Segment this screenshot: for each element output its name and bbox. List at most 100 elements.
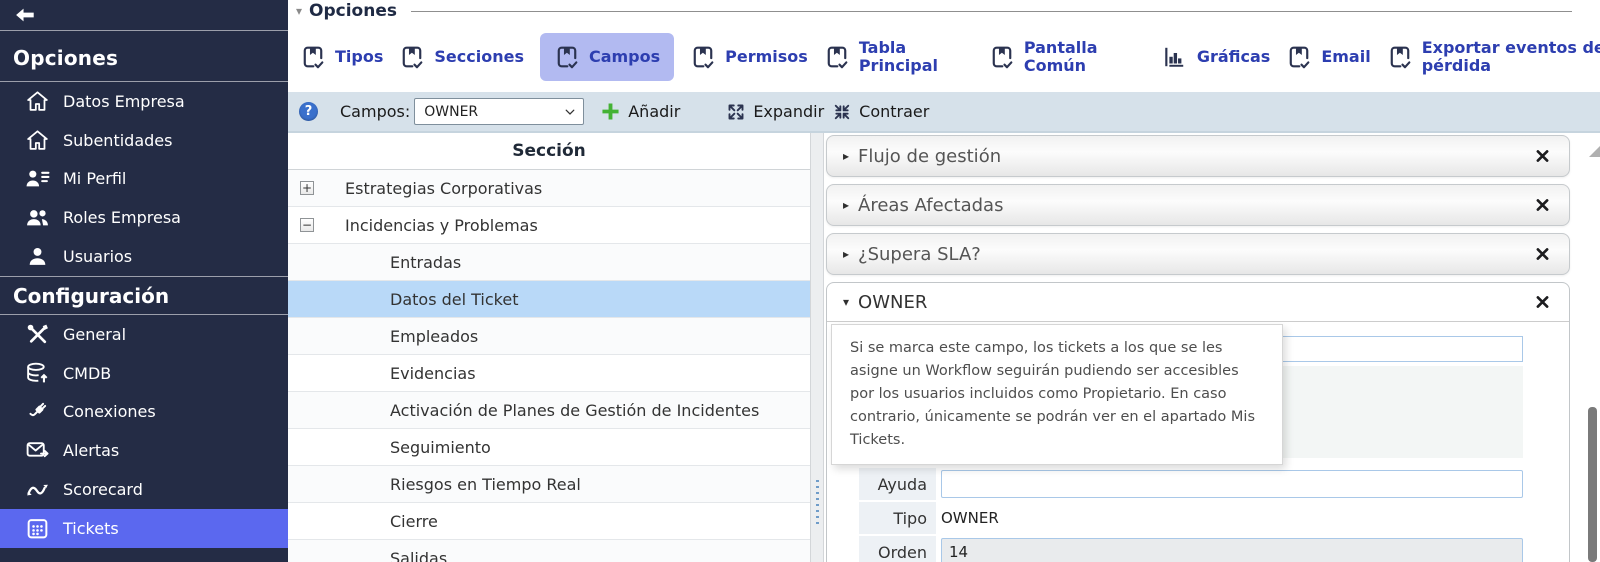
sidebar-item-label: CMDB xyxy=(63,364,111,383)
bookmark-check-icon xyxy=(989,44,1015,70)
sidebar-item-alertas[interactable]: Alertas xyxy=(0,431,288,470)
sidebar-item-roles-empresa[interactable]: Roles Empresa xyxy=(0,198,288,237)
tab-label: Exportar eventos de pérdida xyxy=(1422,39,1600,76)
sidebar-item-cmdb[interactable]: CMDB xyxy=(0,354,288,393)
plug-icon xyxy=(25,399,50,424)
tab-label: Permisos xyxy=(725,48,808,66)
tab-tabla-principal[interactable]: Tabla Principal xyxy=(824,39,949,76)
field-label: Ayuda xyxy=(859,468,936,500)
panel-title: Áreas Afectadas xyxy=(858,195,1003,216)
ayuda-input[interactable] xyxy=(941,470,1523,498)
help-icon[interactable]: ? xyxy=(299,102,318,121)
sidebar-item-datos-empresa[interactable]: Datos Empresa xyxy=(0,82,288,121)
bookmark-check-icon xyxy=(554,44,580,70)
sidebar-item-label: Alertas xyxy=(63,441,119,460)
tree-row-label: Datos del Ticket xyxy=(288,290,518,309)
add-icon[interactable] xyxy=(600,101,621,122)
panel-flujo-de-gestion[interactable]: ▸ Flujo de gestión xyxy=(826,135,1570,177)
calendar-icon xyxy=(25,516,50,541)
orden-input[interactable] xyxy=(941,538,1523,562)
sidebar-item-label: Datos Empresa xyxy=(63,92,185,111)
tree-row-incidencias-y-problemas[interactable]: −Incidencias y Problemas xyxy=(288,207,810,244)
panel-supera-sla[interactable]: ▸¿Supera SLA? xyxy=(826,233,1570,275)
tab-email[interactable]: Email xyxy=(1286,44,1370,70)
panel-owner-header[interactable]: ▾ OWNER xyxy=(827,283,1569,322)
close-icon[interactable] xyxy=(1534,148,1551,165)
sidebar-item-general[interactable]: General xyxy=(0,315,288,354)
contract-button[interactable]: Contraer xyxy=(859,102,929,121)
tree-row-evidencias[interactable]: Evidencias xyxy=(288,355,810,392)
campos-select[interactable]: OWNER xyxy=(414,98,584,125)
contract-icon[interactable] xyxy=(832,102,852,122)
sidebar-item-scorecard[interactable]: Scorecard xyxy=(0,470,288,509)
triangle-down-icon: ▾ xyxy=(843,295,849,309)
tree-row-riesgos-en-tiempo-real[interactable]: Riesgos en Tiempo Real xyxy=(288,466,810,503)
sidebar-item-label: Conexiones xyxy=(63,402,156,421)
panel-title: Flujo de gestión xyxy=(858,146,1001,167)
bookmark-check-icon xyxy=(824,44,850,70)
chevron-down-icon xyxy=(563,105,577,119)
tab-exportar-eventos-de-perdida[interactable]: Exportar eventos de pérdida xyxy=(1387,39,1600,76)
tab-pantalla-comun[interactable]: Pantalla Común xyxy=(989,39,1114,76)
sidebar-item-conexiones[interactable]: Conexiones xyxy=(0,393,288,432)
sidebar-item-label: Scorecard xyxy=(63,480,143,499)
vertical-scrollbar[interactable] xyxy=(1584,133,1600,562)
triangle-down-icon[interactable]: ▾ xyxy=(296,4,302,18)
tree-row-empleados[interactable]: Empleados xyxy=(288,318,810,355)
tree-row-seguimiento[interactable]: Seguimiento xyxy=(288,429,810,466)
tab-graficas[interactable]: Gráficas xyxy=(1162,44,1270,70)
trend-icon xyxy=(25,477,50,502)
sidebar-item-subentidades[interactable]: Subentidades xyxy=(0,121,288,160)
panel-title: ¿Supera SLA? xyxy=(858,244,981,265)
tab-campos[interactable]: Campos xyxy=(540,33,674,81)
bookmark-check-icon xyxy=(1387,44,1413,70)
panel-owner: ▾ OWNER Si se marca este campo, los tick… xyxy=(826,282,1570,562)
tree-row-salidas[interactable]: Salidas xyxy=(288,540,810,562)
close-icon[interactable] xyxy=(1534,246,1551,263)
tab-secciones[interactable]: Secciones xyxy=(399,44,524,70)
toolbar: ? Campos: OWNER Añadir Expandir xyxy=(288,92,1600,133)
expand-button[interactable]: Expandir xyxy=(753,102,824,121)
triangle-right-icon: ▸ xyxy=(843,198,849,212)
panel-owner-body: Si se marca este campo, los tickets a lo… xyxy=(827,322,1569,562)
expander-icon[interactable]: − xyxy=(300,218,314,232)
tree-row-label: Empleados xyxy=(288,327,478,346)
sidebar-item-mi-perfil[interactable]: Mi Perfil xyxy=(0,160,288,199)
tree-row-estrategias-corporativas[interactable]: +Estrategias Corporativas xyxy=(288,170,810,207)
tab-label: Secciones xyxy=(434,48,524,66)
tab-label: Campos xyxy=(589,48,660,66)
user-icon xyxy=(25,244,50,269)
tree-row-cierre[interactable]: Cierre xyxy=(288,503,810,540)
mail-forward-icon xyxy=(25,438,50,463)
close-icon[interactable] xyxy=(1534,197,1551,214)
triangle-right-icon: ▸ xyxy=(843,149,849,163)
sidebar-item-tickets[interactable]: Tickets xyxy=(0,509,288,548)
tree-row-activacion-de-planes-de-gestion-de-incidentes[interactable]: Activación de Planes de Gestión de Incid… xyxy=(288,392,810,429)
tree-row-entradas[interactable]: Entradas xyxy=(288,244,810,281)
splitter-drag-handle-icon[interactable] xyxy=(816,480,819,528)
database-icon xyxy=(25,361,50,386)
sidebar-section-title: Configuración xyxy=(0,276,288,315)
bookmark-check-icon xyxy=(399,44,425,70)
add-button[interactable]: Añadir xyxy=(628,102,680,121)
campos-label: Campos: xyxy=(340,102,410,121)
tree-row-label: Incidencias y Problemas xyxy=(288,216,538,235)
panel-splitter[interactable] xyxy=(810,133,824,562)
app-window: OpcionesDatos EmpresaSubentidadesMi Perf… xyxy=(0,0,1600,562)
panel-areas-afectadas[interactable]: ▸ Áreas Afectadas xyxy=(826,184,1570,226)
close-icon[interactable] xyxy=(1534,294,1551,311)
bookmark-check-icon xyxy=(1286,44,1312,70)
back-button[interactable] xyxy=(0,0,288,31)
tree-row-label: Activación de Planes de Gestión de Incid… xyxy=(288,401,759,420)
people-icon xyxy=(25,205,50,230)
expander-icon[interactable]: + xyxy=(300,181,314,195)
sidebar-item-usuarios[interactable]: Usuarios xyxy=(0,237,288,276)
tab-tipos[interactable]: Tipos xyxy=(300,44,383,70)
profile-lines-icon xyxy=(25,166,50,191)
field-label: Tipo xyxy=(859,502,936,534)
expand-icon[interactable] xyxy=(726,102,746,122)
tab-permisos[interactable]: Permisos xyxy=(690,44,808,70)
tree-row-datos-del-ticket[interactable]: Datos del Ticket xyxy=(288,281,810,318)
scrollbar-thumb[interactable] xyxy=(1588,407,1597,562)
tab-label: Gráficas xyxy=(1197,48,1270,66)
